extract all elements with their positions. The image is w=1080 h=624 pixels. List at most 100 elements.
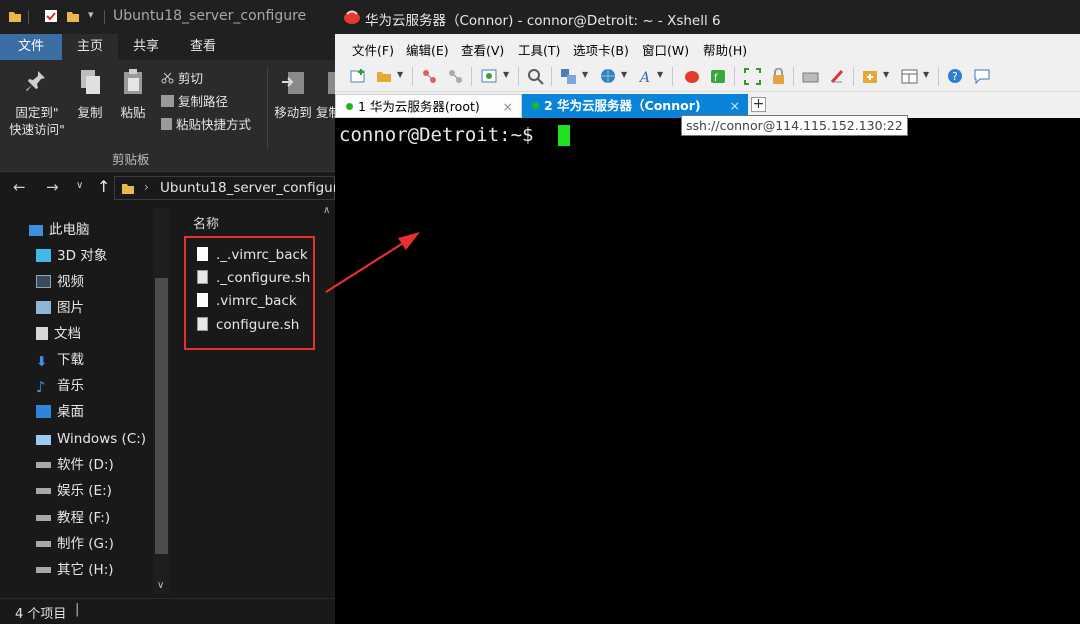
properties-icon[interactable] xyxy=(481,68,498,85)
nav-item-drive-h[interactable]: 其它 (H:) xyxy=(36,558,114,582)
tab-file[interactable]: 文件 xyxy=(0,34,62,60)
search-icon[interactable] xyxy=(527,68,544,85)
file-explorer-window: ▾ Ubuntu18_server_configure 文件 主页 共享 查看 … xyxy=(0,0,335,624)
up-arrow-icon[interactable]: ↑ xyxy=(97,177,110,196)
menu-help[interactable]: 帮助(H) xyxy=(703,40,747,59)
connected-status-icon xyxy=(346,103,353,110)
tab-session-1[interactable]: 1 华为云服务器(root) × xyxy=(335,94,522,118)
globe-icon[interactable] xyxy=(600,68,617,85)
keyboard-icon[interactable] xyxy=(802,68,819,85)
script-icon[interactable] xyxy=(829,68,846,85)
address-bar[interactable]: › Ubuntu18_server_configure xyxy=(114,176,335,200)
new-session-icon[interactable] xyxy=(350,68,367,85)
help-icon[interactable]: ? xyxy=(947,68,964,85)
menu-tools[interactable]: 工具(T) xyxy=(518,40,560,59)
recent-locations-chevron-icon[interactable]: ∨ xyxy=(76,180,83,191)
properties-icon[interactable] xyxy=(44,9,58,27)
close-tab-icon[interactable]: × xyxy=(503,95,513,118)
chat-icon[interactable] xyxy=(974,68,991,85)
back-arrow-icon[interactable]: ← xyxy=(13,178,26,196)
nav-item-music[interactable]: ♪ 音乐 xyxy=(36,374,84,398)
nav-item-this-pc[interactable]: 此电脑 xyxy=(29,218,90,242)
xshell-logo-icon[interactable] xyxy=(684,68,701,85)
menu-file[interactable]: 文件(F) xyxy=(352,40,394,59)
dropdown-arrow-icon[interactable]: ▼ xyxy=(657,70,663,79)
dropdown-arrow-icon[interactable]: ▼ xyxy=(397,70,403,79)
terminal-area[interactable]: connor@Detroit:~$ xyxy=(335,118,1080,624)
nav-item-3d-objects[interactable]: 3D 对象 xyxy=(36,244,107,268)
file-item[interactable]: .vimrc_back xyxy=(197,290,297,312)
file-icon xyxy=(197,247,208,261)
disconnect-icon[interactable] xyxy=(421,68,438,85)
paste-button[interactable]: 粘贴 xyxy=(114,68,152,121)
copy-path-label: 复制路径 xyxy=(178,94,229,109)
toolbar-separator xyxy=(518,67,519,86)
transfer-icon[interactable] xyxy=(560,68,577,85)
lock-icon[interactable] xyxy=(770,68,787,85)
drive-windows-icon xyxy=(36,435,51,445)
xshell-titlebar: 华为云服务器（Connor) - connor@Detroit: ~ - Xsh… xyxy=(335,0,1080,34)
xshell-logo-icon xyxy=(343,9,361,29)
separator xyxy=(28,10,29,24)
nav-pane-scrollbar[interactable]: ∨ xyxy=(153,208,170,594)
pin-icon xyxy=(8,68,66,100)
dropdown-arrow-icon[interactable]: ▼ xyxy=(923,70,929,79)
menu-window[interactable]: 窗口(W) xyxy=(642,40,689,59)
menu-tabs[interactable]: 选项卡(B) xyxy=(573,40,629,59)
fullscreen-icon[interactable] xyxy=(744,68,761,85)
toolbar-separator xyxy=(793,67,794,86)
ribbon-separator xyxy=(267,68,268,148)
dropdown-arrow-icon[interactable]: ▼ xyxy=(621,70,627,79)
layout-icon[interactable] xyxy=(901,68,918,85)
item-count: 4 个项目 xyxy=(15,607,67,622)
nav-item-drive-d[interactable]: 软件 (D:) xyxy=(36,453,114,477)
connected-status-icon xyxy=(532,102,539,109)
xftp-icon[interactable]: f xyxy=(710,68,727,85)
address-path: Ubuntu18_server_configure xyxy=(160,180,335,196)
nav-item-drive-g[interactable]: 制作 (G:) xyxy=(36,532,114,556)
nav-item-desktop[interactable]: 桌面 xyxy=(36,400,84,424)
dropdown-arrow-icon[interactable]: ▼ xyxy=(582,70,588,79)
dropdown-arrow-icon[interactable]: ▼ xyxy=(503,70,509,79)
move-to-button[interactable]: 移动到 xyxy=(272,68,314,121)
new-folder-icon[interactable] xyxy=(66,9,80,27)
scroll-down-chevron-icon[interactable]: ∨ xyxy=(157,580,164,591)
copy-button[interactable]: 复制 xyxy=(72,68,108,121)
tab-home[interactable]: 主页 xyxy=(62,34,118,60)
menu-edit[interactable]: 编辑(E) xyxy=(406,40,449,59)
pin-quick-access-button[interactable]: 固定到" 快速访问" xyxy=(8,68,66,138)
nav-item-drive-c[interactable]: Windows (C:) xyxy=(36,427,146,451)
tab-view[interactable]: 查看 xyxy=(174,34,232,60)
new-tab-icon[interactable] xyxy=(862,68,879,85)
tab-share[interactable]: 共享 xyxy=(118,34,174,60)
copy-path-icon xyxy=(161,95,174,107)
customize-quick-access-icon[interactable]: ▾ xyxy=(88,8,94,21)
menu-view[interactable]: 查看(V) xyxy=(461,40,504,59)
nav-item-pictures[interactable]: 图片 xyxy=(36,296,84,320)
cut-button[interactable]: 剪切 xyxy=(161,68,203,87)
nav-item-videos[interactable]: 视频 xyxy=(36,270,84,294)
copy-to-button[interactable]: 复制 xyxy=(316,68,335,121)
name-column-header[interactable]: 名称 xyxy=(193,213,219,232)
open-folder-icon[interactable] xyxy=(376,68,393,85)
scroll-up-chevron-icon[interactable]: ∧ xyxy=(323,205,330,216)
nav-item-downloads[interactable]: ⬇ 下载 xyxy=(36,348,84,372)
file-item[interactable]: ._.vimrc_back xyxy=(197,244,308,266)
scrollbar-thumb[interactable] xyxy=(155,278,168,554)
paste-shortcut-button[interactable]: 粘贴快捷方式 xyxy=(161,114,251,133)
copy-path-button[interactable]: 复制路径 xyxy=(161,91,228,110)
nav-item-documents[interactable]: 文档 xyxy=(36,322,81,346)
paste-icon xyxy=(114,68,152,100)
forward-arrow-icon[interactable]: → xyxy=(46,178,59,196)
reconnect-icon[interactable] xyxy=(447,68,464,85)
font-icon[interactable]: A xyxy=(639,68,656,85)
dropdown-arrow-icon[interactable]: ▼ xyxy=(883,70,889,79)
add-tab-button[interactable]: + xyxy=(751,97,766,112)
script-file-icon xyxy=(197,317,208,331)
file-item[interactable]: configure.sh xyxy=(197,314,299,336)
nav-item-drive-f[interactable]: 教程 (F:) xyxy=(36,506,110,530)
nav-item-drive-e[interactable]: 娱乐 (E:) xyxy=(36,479,112,503)
nav-item-label: 此电脑 xyxy=(49,222,90,238)
file-item[interactable]: ._configure.sh xyxy=(197,267,310,289)
close-tab-icon[interactable]: × xyxy=(730,94,740,117)
